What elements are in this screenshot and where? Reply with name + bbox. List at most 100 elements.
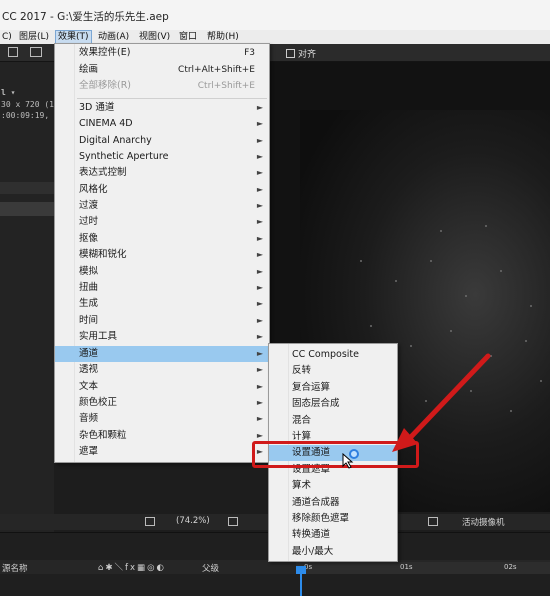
menu-item-audio[interactable]: 音频 ► [55,411,269,427]
particle-dot [370,325,372,327]
submenu-arrow-icon: ► [256,168,263,177]
submenu-arrow-icon: ► [256,332,263,341]
submenu-arrow-icon: ► [256,316,263,325]
submenu-arrow-icon: ► [256,283,263,292]
menu-item-paint[interactable]: 绘画 Ctrl+Alt+Shift+E [55,62,269,78]
menu-item-channel[interactable]: 通道 ► [55,346,269,362]
particle-dot [450,330,452,332]
source-name-header[interactable]: 源名称 [2,562,28,574]
menu-item-digital-anarchy[interactable]: Digital Anarchy ► [55,133,269,149]
particle-dot [525,340,527,342]
menu-item-noise-grain[interactable]: 杂色和颗粒 ► [55,428,269,444]
menu-item-blend[interactable]: 混合 [269,413,397,429]
menu-item-obsolete[interactable]: 过时 ► [55,214,269,230]
zoom-level[interactable]: (74.2%) [176,516,210,526]
particle-dot [490,355,492,357]
particle-dot [410,345,412,347]
submenu-arrow-icon: ► [256,185,263,194]
submenu-arrow-icon: ► [256,250,263,259]
snapping-checkbox[interactable] [286,49,295,58]
menu-item-utility[interactable]: 实用工具 ► [55,329,269,345]
menu-item-remove-color-matting[interactable]: 移除颜色遮罩 [269,511,397,527]
submenu-arrow-icon: ► [256,201,263,210]
layer-switches-icon[interactable]: ⌂✱＼fx▦◎◐ [98,561,166,573]
menu-item-effect-controls[interactable]: 效果控件(E) F3 [55,45,269,61]
particle-dot [470,390,472,392]
particle-dot [425,400,427,402]
time-ruler[interactable]: 0s 01s 02s [296,562,550,574]
submenu-arrow-icon: ► [256,103,263,112]
menu-item-matte[interactable]: 遮罩 ► [55,444,269,460]
transparency-grid-icon[interactable] [428,517,438,526]
menu-item-perspective[interactable]: 透视 ► [55,362,269,378]
menu-item-time[interactable]: 时间 ► [55,313,269,329]
menu-item-compound-arithmetic[interactable]: 复合运算 [269,380,397,396]
active-camera-select[interactable]: 活动摄像机 [462,516,505,528]
menu-item-distort[interactable]: 扭曲 ► [55,280,269,296]
submenu-arrow-icon: ► [256,349,263,358]
window-titlebar: CC 2017 - G:\爱生活的乐先生.aep [0,0,550,30]
menu-item-cinema-4d[interactable]: CINEMA 4D ► [55,116,269,132]
menubar: C) 图层(L) 效果(T) 动画(A) 视图(V) 窗口 帮助(H) [0,30,550,44]
ruler-tick-01s: 01s [400,563,413,571]
playhead-handle[interactable] [296,566,306,574]
menu-item-stylize[interactable]: 风格化 ► [55,182,269,198]
menu-item-synthetic-aperture[interactable]: Synthetic Aperture ► [55,149,269,165]
project-list-header [0,182,54,194]
menu-item-remove-all: 全部移除(R) Ctrl+Shift+E [79,80,255,91]
menu-item-effect[interactable]: 效果(T) [55,30,92,44]
particle-dot [485,225,487,227]
menu-item-blur-sharpen[interactable]: 模糊和锐化 ► [55,247,269,263]
submenu-arrow-icon: ► [256,398,263,407]
annotation-highlight-box [252,441,419,468]
menu-separator [77,98,267,99]
submenu-arrow-icon: ► [256,299,263,308]
menu-item-generate[interactable]: 生成 ► [55,296,269,312]
menu-item-keying[interactable]: 抠像 ► [55,231,269,247]
particle-dot [530,305,532,307]
menu-item-invert[interactable]: 反转 [269,363,397,379]
grid-toggle-icon[interactable] [228,517,238,526]
project-panel: l ▾ 30 x 720 (1.00) :00:09:19, 29.97 [0,62,78,532]
particle-dot [465,295,467,297]
region-of-interest-icon[interactable] [145,517,155,526]
menu-item-simulation[interactable]: 模拟 ► [55,264,269,280]
menu-item-shift-channels[interactable]: 转换通道 [269,527,397,543]
menu-item-layer[interactable]: 图层(L) [17,30,51,44]
particle-dot [540,380,542,382]
menu-item-view[interactable]: 视图(V) [137,30,172,44]
menu-item-transition[interactable]: 过渡 ► [55,198,269,214]
submenu-arrow-icon: ► [256,365,263,374]
submenu-arrow-icon: ► [256,119,263,128]
menu-item-channel-combiner[interactable]: 通道合成器 [269,495,397,511]
menu-item-expression-controls[interactable]: 表达式控制 ► [55,165,269,181]
menu-item-color-correction[interactable]: 颜色校正 ► [55,395,269,411]
menu-item-arithmetic[interactable]: 算术 [269,478,397,494]
menu-item-minimax[interactable]: 最小/最大 [269,544,397,560]
menu-item-help[interactable]: 帮助(H) [205,30,241,44]
menu-item-solid-composite[interactable]: 固态层合成 [269,396,397,412]
mouse-pointer-icon [342,453,354,469]
particle-dot [395,280,397,282]
menu-item-text[interactable]: 文本 ► [55,379,269,395]
submenu-arrow-icon: ► [256,382,263,391]
project-list-row[interactable] [0,202,54,216]
ruler-tick-02s: 02s [504,563,517,571]
shape-tool-icon[interactable] [30,47,42,57]
particle-dot [440,230,442,232]
menu-item-c[interactable]: C) [0,30,14,44]
selection-tool-icon[interactable] [8,47,18,57]
snapping-label: 对齐 [298,50,317,60]
menu-item-3d-channel[interactable]: 3D 通道 ► [55,100,269,116]
menu-item-cc-composite[interactable]: CC Composite [269,347,397,363]
particle-dot [510,410,512,412]
project-item-name: l ▾ [1,88,16,97]
submenu-arrow-icon: ► [256,217,263,226]
submenu-arrow-icon: ► [256,234,263,243]
parent-header[interactable]: 父级 [202,562,219,574]
effects-menu: 效果控件(E) F3 绘画 Ctrl+Alt+Shift+E 全部移除(R) Ctrl… [54,43,270,463]
menu-item-animation[interactable]: 动画(A) [96,30,131,44]
menu-item-window[interactable]: 窗口 [177,30,199,44]
window-title: CC 2017 - G:\爱生活的乐先生.aep [2,11,169,23]
particle-dot [500,270,502,272]
